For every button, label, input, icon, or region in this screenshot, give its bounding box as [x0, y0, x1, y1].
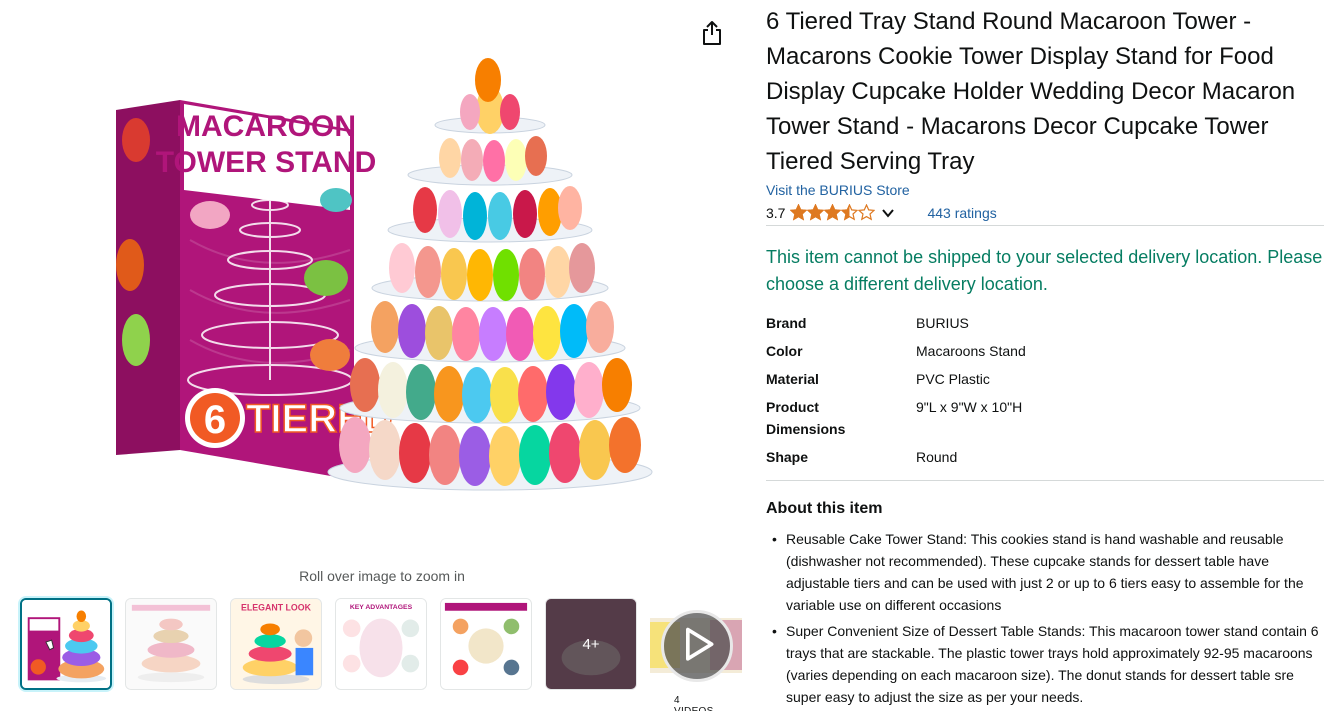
thumbnail-4[interactable]: KEY ADVANTAGES — [335, 598, 427, 690]
product-info: 6 Tiered Tray Stand Round Macaroon Tower… — [766, 0, 1326, 711]
image-gallery: MACAROON TOWER STAND 6 TIERED Roll over … — [0, 0, 750, 711]
spec-value: BURIUS — [916, 315, 969, 331]
thumbnail-image — [441, 599, 531, 689]
main-product-image[interactable]: MACAROON TOWER STAND 6 TIERED — [100, 40, 680, 530]
more-images-count: 4+ — [546, 599, 636, 689]
thumbnail-image: KEY ADVANTAGES — [336, 599, 426, 689]
zoom-hint: Roll over image to zoom in — [299, 568, 465, 584]
shipping-warning: This item cannot be shipped to your sele… — [766, 247, 1323, 294]
box-title-line1: MACAROON — [176, 110, 356, 143]
star-half-icon — [841, 204, 859, 221]
star-full-icon — [824, 204, 842, 221]
about-heading: About this item — [766, 500, 883, 517]
box-title-line2: TOWER STAND — [156, 146, 377, 179]
play-icon — [686, 627, 714, 661]
spec-value: Round — [916, 449, 958, 465]
spec-value: PVC Plastic — [916, 371, 990, 387]
ratings-count-link[interactable]: 443 ratings — [927, 205, 996, 221]
thumbnail-5[interactable] — [440, 598, 532, 690]
spec-row: Material PVC Plastic — [766, 368, 1324, 390]
star-full-icon — [807, 204, 825, 221]
rating-row: 3.7 443 ratings — [766, 202, 1324, 226]
product-title: 6 Tiered Tray Stand Round Macaroon Tower… — [766, 8, 1296, 175]
macaron-tower — [327, 58, 653, 491]
about-bullet: Super Convenient Size of Dessert Table S… — [766, 620, 1324, 708]
video-count-label: 4 VIDEOS — [674, 695, 713, 711]
star-empty-icon — [858, 204, 876, 221]
chevron-down-icon[interactable] — [881, 206, 895, 220]
spec-value: 9"L x 9"W x 10"H — [916, 399, 1023, 415]
star-rating[interactable] — [790, 204, 876, 221]
thumbnail-3[interactable]: ELEGANT LOOK — [230, 598, 322, 690]
thumbnail-image: ELEGANT LOOK — [231, 599, 321, 689]
spec-key: Product Dimensions — [766, 399, 846, 437]
thumbnail-2[interactable] — [125, 598, 217, 690]
rating-value: 3.7 — [766, 204, 786, 221]
spec-key: Material — [766, 371, 819, 387]
star-full-icon — [790, 204, 808, 221]
video-thumbnail[interactable] — [650, 598, 742, 690]
thumbnail-image — [126, 599, 216, 689]
spec-row: Brand BURIUS — [766, 312, 1324, 334]
spec-value: Macaroons Stand — [916, 343, 1026, 359]
thumbnail-label: ELEGANT LOOK — [241, 603, 312, 613]
spec-key: Shape — [766, 449, 809, 465]
specs-table: Brand BURIUS Color Macaroons Stand Mater… — [766, 312, 1324, 481]
thumbnail-image — [22, 600, 110, 688]
spec-row: Shape Round — [766, 446, 1324, 468]
play-button[interactable] — [661, 610, 733, 682]
spec-row: Product Dimensions 9"L x 9"W x 10"H — [766, 396, 1324, 440]
thumbnail-1[interactable] — [20, 598, 112, 690]
thumbnail-label: KEY ADVANTAGES — [350, 604, 413, 611]
about-bullets: Reusable Cake Tower Stand: This cookies … — [766, 528, 1324, 708]
spec-key: Brand — [766, 315, 807, 331]
spec-row: Color Macaroons Stand — [766, 340, 1324, 362]
spec-key: Color — [766, 343, 803, 359]
thumbnail-6-more[interactable]: 4+ — [545, 598, 637, 690]
share-icon[interactable] — [700, 20, 724, 46]
about-bullet: Reusable Cake Tower Stand: This cookies … — [766, 528, 1324, 616]
store-link[interactable]: Visit the BURIUS Store — [766, 181, 1326, 199]
box-badge-number: 6 — [204, 398, 226, 442]
